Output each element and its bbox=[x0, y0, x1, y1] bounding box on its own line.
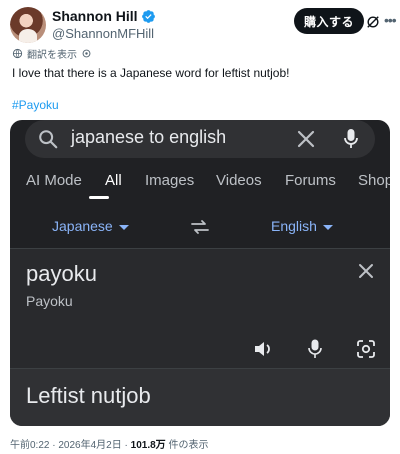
avatar[interactable] bbox=[10, 7, 46, 43]
language-selector-row: Japanese English bbox=[10, 208, 390, 248]
settings-icon[interactable] bbox=[81, 48, 92, 59]
author-handle[interactable]: @ShannonMFHill bbox=[52, 26, 154, 41]
verified-badge-icon bbox=[141, 9, 155, 23]
tab-ai-mode: AI Mode bbox=[26, 172, 82, 189]
author-name-row: Shannon Hill bbox=[52, 8, 156, 24]
views-label: 件の表示 bbox=[168, 440, 209, 451]
microphone-icon bbox=[344, 129, 358, 148]
attached-screenshot[interactable]: japanese to english AI Mode All Images V… bbox=[10, 120, 390, 426]
tweet-date[interactable]: 2026年4月2日 bbox=[58, 440, 121, 451]
caret-down-icon bbox=[118, 224, 129, 230]
tab-all: All bbox=[105, 172, 122, 189]
target-language: English bbox=[271, 218, 333, 234]
tweet-time[interactable]: 午前0:22 bbox=[10, 440, 49, 451]
author-name[interactable]: Shannon Hill bbox=[52, 8, 138, 24]
grok-icon[interactable] bbox=[366, 15, 380, 29]
swap-languages-icon bbox=[191, 220, 209, 234]
source-text: payoku bbox=[26, 261, 97, 286]
microphone-icon bbox=[308, 339, 322, 358]
source-transliteration: Payoku bbox=[26, 293, 73, 309]
meta-separator: · bbox=[124, 440, 128, 451]
target-language-label: English bbox=[271, 218, 317, 234]
tab-videos: Videos bbox=[216, 172, 262, 189]
camera-lens-icon bbox=[357, 340, 375, 358]
meta-separator: · bbox=[52, 440, 56, 451]
translate-icon bbox=[12, 48, 23, 59]
caret-down-icon bbox=[322, 224, 333, 230]
source-panel: payoku Payoku bbox=[10, 248, 390, 368]
buy-button[interactable]: 購入する bbox=[294, 8, 364, 34]
tab-forums: Forums bbox=[285, 172, 336, 189]
translation-panel: Leftist nutjob bbox=[10, 368, 390, 426]
close-icon bbox=[359, 264, 373, 278]
source-language: Japanese bbox=[52, 218, 129, 234]
close-icon bbox=[297, 130, 315, 148]
search-bar: japanese to english bbox=[25, 120, 375, 158]
translation-text: Leftist nutjob bbox=[26, 383, 151, 408]
translate-link[interactable]: 翻訳を表示 bbox=[27, 46, 77, 61]
translate-row[interactable]: 翻訳を表示 bbox=[12, 46, 92, 61]
search-icon bbox=[39, 130, 58, 149]
search-query: japanese to english bbox=[71, 127, 227, 147]
tab-shop: Shop bbox=[358, 172, 390, 189]
active-tab-indicator bbox=[89, 196, 109, 199]
tweet-text: I love that there is a Japanese word for… bbox=[12, 66, 290, 80]
speaker-icon bbox=[255, 342, 270, 356]
hashtag-link[interactable]: #Payoku bbox=[12, 98, 59, 112]
views-count: 101.8万 bbox=[130, 440, 166, 451]
source-language-label: Japanese bbox=[52, 218, 113, 234]
tweet-header: Shannon Hill @ShannonMFHill 購入する ••• bbox=[10, 6, 397, 46]
tweet-meta: 午前0:22 · 2026年4月2日 · 101.8万 件の表示 bbox=[10, 436, 208, 451]
tab-images: Images bbox=[145, 172, 195, 189]
more-icon[interactable]: ••• bbox=[384, 12, 397, 28]
